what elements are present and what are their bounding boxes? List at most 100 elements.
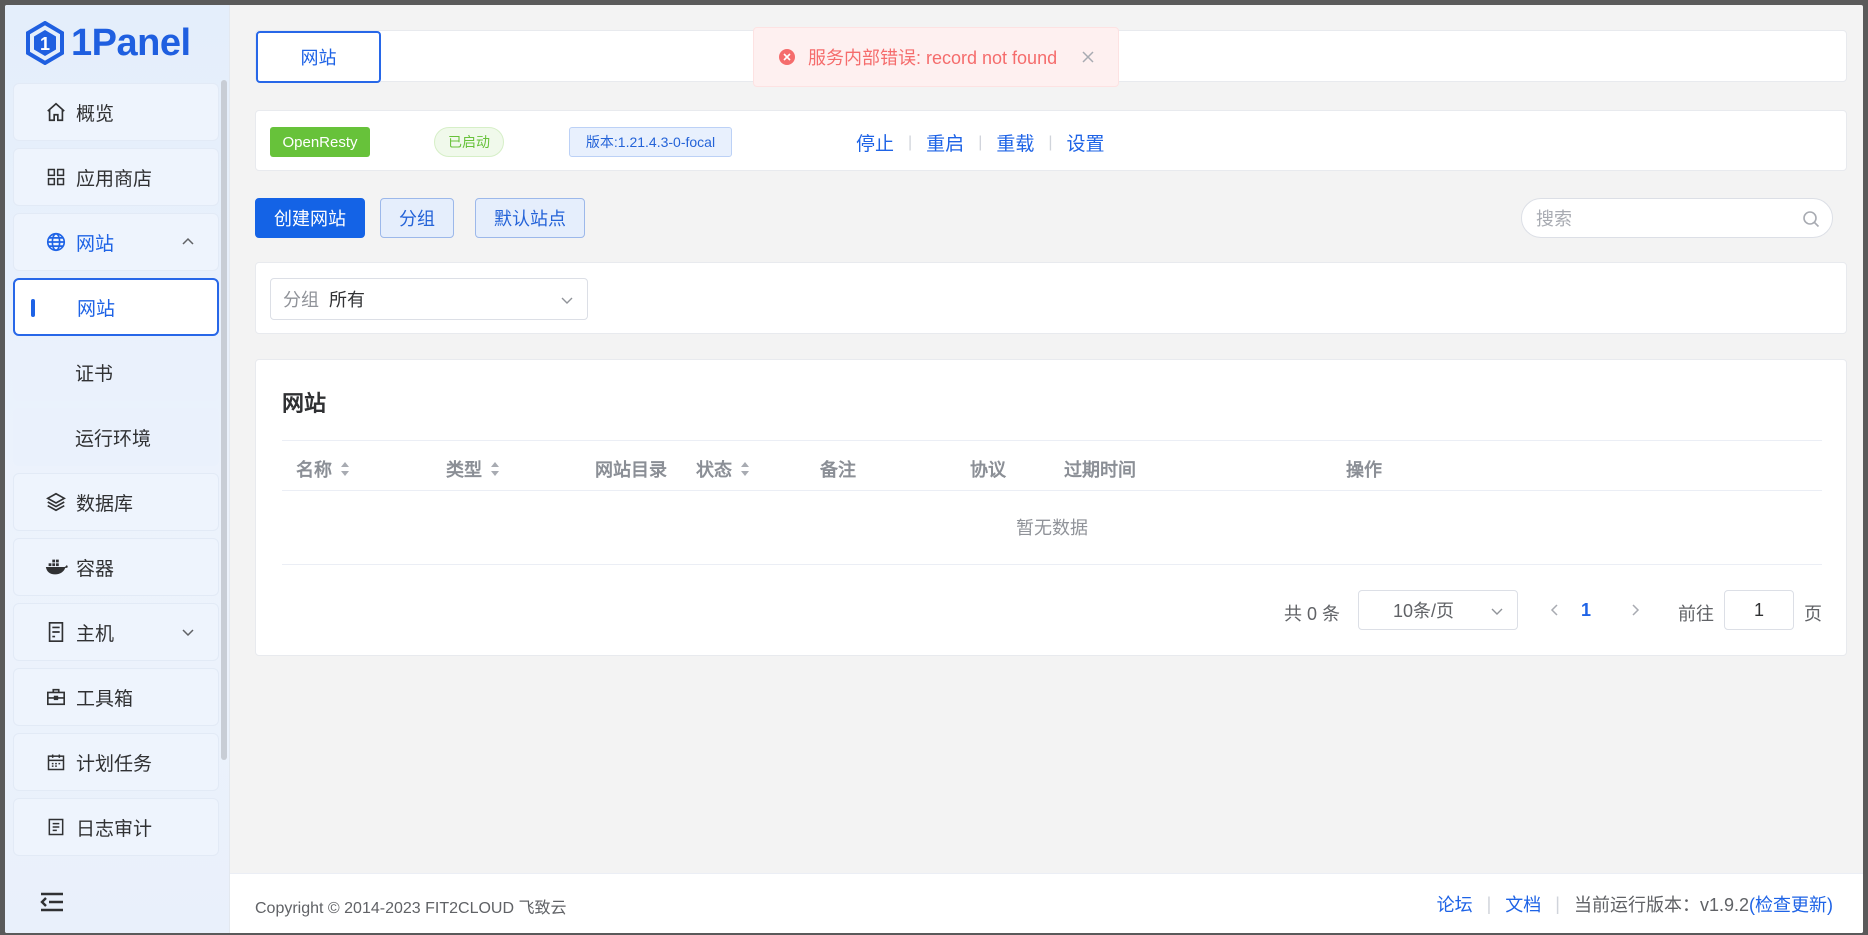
total-count: 共 0 条 <box>1284 604 1341 624</box>
docs-link[interactable]: 文档 <box>1505 891 1541 917</box>
sidebar-subitem-websites[interactable]: 网站 <box>13 278 219 336</box>
sidebar-subitem-label: 网站 <box>77 298 116 320</box>
group-button[interactable]: 分组 <box>380 198 454 238</box>
close-icon[interactable] <box>1080 49 1096 65</box>
table-header: 名称 类型 网站目录 状态 备注 协议 过期时间 操作 <box>282 440 1822 491</box>
create-website-button[interactable]: 创建网站 <box>255 198 365 238</box>
logo-icon: 1 <box>26 21 64 65</box>
settings-button[interactable]: 设置 <box>1067 129 1105 156</box>
sort-icon[interactable] <box>740 461 750 477</box>
pagination: 共 0 条 10条/页 1 前往 1 页 <box>256 590 1848 630</box>
table-title: 网站 <box>282 391 327 416</box>
forum-link[interactable]: 论坛 <box>1437 891 1473 917</box>
column-directory: 网站目录 <box>595 456 667 482</box>
sidebar-item-overview[interactable]: 概览 <box>13 83 219 141</box>
sort-icon[interactable] <box>490 461 500 477</box>
column-label: 过期时间 <box>1064 460 1136 480</box>
column-expire: 过期时间 <box>1064 456 1136 482</box>
sidebar-item-logs[interactable]: 日志审计 <box>13 798 219 856</box>
chevron-down-icon <box>559 292 575 308</box>
chevron-down-icon <box>1489 603 1505 619</box>
footer-links: 论坛 | 文档 | 当前运行版本：v1.9.2 (检查更新) <box>1437 891 1833 917</box>
svg-text:1: 1 <box>40 34 50 54</box>
sidebar-item-label: 工具箱 <box>76 688 134 710</box>
sidebar-item-toolbox[interactable]: 工具箱 <box>13 668 219 726</box>
column-label: 协议 <box>970 460 1006 480</box>
app-name-tag: OpenResty <box>270 127 370 157</box>
goto-page-input[interactable]: 1 <box>1724 590 1794 630</box>
divider: | <box>1048 133 1053 151</box>
sidebar-item-host[interactable]: 主机 <box>13 603 219 661</box>
empty-state: 暂无数据 <box>282 491 1822 565</box>
server-icon <box>44 620 68 644</box>
error-toast: 服务内部错误: record not found <box>753 27 1119 87</box>
column-label: 备注 <box>820 460 856 480</box>
sidebar-item-label: 数据库 <box>76 493 134 515</box>
home-icon <box>44 100 68 124</box>
search-input[interactable] <box>1536 207 1796 231</box>
status-badge: 已启动 <box>434 127 504 157</box>
page-size-value: 10条/页 <box>1393 601 1455 621</box>
toolbox-icon <box>44 685 68 709</box>
toast-message: 服务内部错误: record not found <box>808 48 1058 68</box>
sidebar-item-app-store[interactable]: 应用商店 <box>13 148 219 206</box>
sidebar-item-database[interactable]: 数据库 <box>13 473 219 531</box>
sidebar-subitem-label: 证书 <box>75 363 114 385</box>
website-table-card: 网站 名称 类型 网站目录 状态 备注 协议 过期时间 操作 暂无数据 共 0 … <box>255 359 1847 656</box>
sidebar-item-container[interactable]: 容器 <box>13 538 219 596</box>
chevron-up-icon <box>180 234 196 250</box>
filter-bar: 分组 所有 <box>255 262 1847 334</box>
column-name[interactable]: 名称 <box>296 456 350 482</box>
sidebar-item-label: 容器 <box>76 558 115 580</box>
layers-icon <box>44 490 68 514</box>
column-label: 类型 <box>446 460 482 480</box>
divider: | <box>978 133 983 151</box>
globe-icon <box>44 230 68 254</box>
column-label: 网站目录 <box>595 460 667 480</box>
stop-button[interactable]: 停止 <box>856 129 894 156</box>
page-unit-label: 页 <box>1804 604 1822 624</box>
sidebar-subitem-label: 运行环境 <box>75 428 152 450</box>
grid-icon <box>44 165 68 189</box>
brand-name: 1Panel <box>71 21 191 64</box>
sort-icon[interactable] <box>340 461 350 477</box>
reload-button[interactable]: 重载 <box>996 129 1034 156</box>
goto-label: 前往 <box>1678 604 1714 624</box>
docker-icon <box>44 555 68 579</box>
sidebar-scrollbar[interactable] <box>221 80 227 760</box>
prev-page-icon[interactable] <box>1548 602 1562 618</box>
group-select-label: 分组 <box>283 290 319 310</box>
column-actions: 操作 <box>1346 456 1382 482</box>
sidebar-item-label: 主机 <box>76 623 115 645</box>
default-site-button[interactable]: 默认站点 <box>475 198 585 238</box>
restart-button[interactable]: 重启 <box>926 129 964 156</box>
version-tag: 版本:1.21.4.3-0-focal <box>569 127 732 157</box>
sidebar-subitem-certificates[interactable]: 证书 <box>13 343 219 401</box>
group-select[interactable]: 分组 所有 <box>270 278 588 320</box>
collapse-sidebar-icon[interactable] <box>39 891 65 915</box>
check-update-link[interactable]: (检查更新) <box>1749 891 1833 917</box>
column-type[interactable]: 类型 <box>446 456 500 482</box>
chevron-down-icon <box>180 624 196 640</box>
app-actions: 停止 | 重启 | 重载 | 设置 <box>856 129 1105 156</box>
column-status[interactable]: 状态 <box>696 456 750 482</box>
group-select-value: 所有 <box>329 290 365 310</box>
sidebar-menu: 概览 应用商店 网站 网站 证书 运行环境 数据库 容器 主机 工具箱 计划任务… <box>13 83 219 863</box>
sidebar-item-label: 日志审计 <box>76 818 153 840</box>
sidebar-subitem-runtime[interactable]: 运行环境 <box>13 408 219 466</box>
page-size-select[interactable]: 10条/页 <box>1358 590 1518 630</box>
next-page-icon[interactable] <box>1628 602 1642 618</box>
search-icon[interactable] <box>1802 210 1820 228</box>
tab-websites[interactable]: 网站 <box>256 31 381 83</box>
column-label: 状态 <box>696 460 732 480</box>
divider: | <box>908 133 913 151</box>
error-icon <box>779 49 795 65</box>
page-number[interactable]: 1 <box>1581 600 1591 621</box>
sidebar-item-cron[interactable]: 计划任务 <box>13 733 219 791</box>
log-icon <box>44 815 68 839</box>
sidebar-item-label: 应用商店 <box>76 168 153 190</box>
brand-logo[interactable]: 1 1Panel <box>25 15 191 71</box>
column-remark: 备注 <box>820 456 856 482</box>
sidebar-item-websites[interactable]: 网站 <box>13 213 219 271</box>
sidebar: 1 1Panel 概览 应用商店 网站 网站 证书 运行环境 数据库 容器 主机… <box>5 5 230 933</box>
